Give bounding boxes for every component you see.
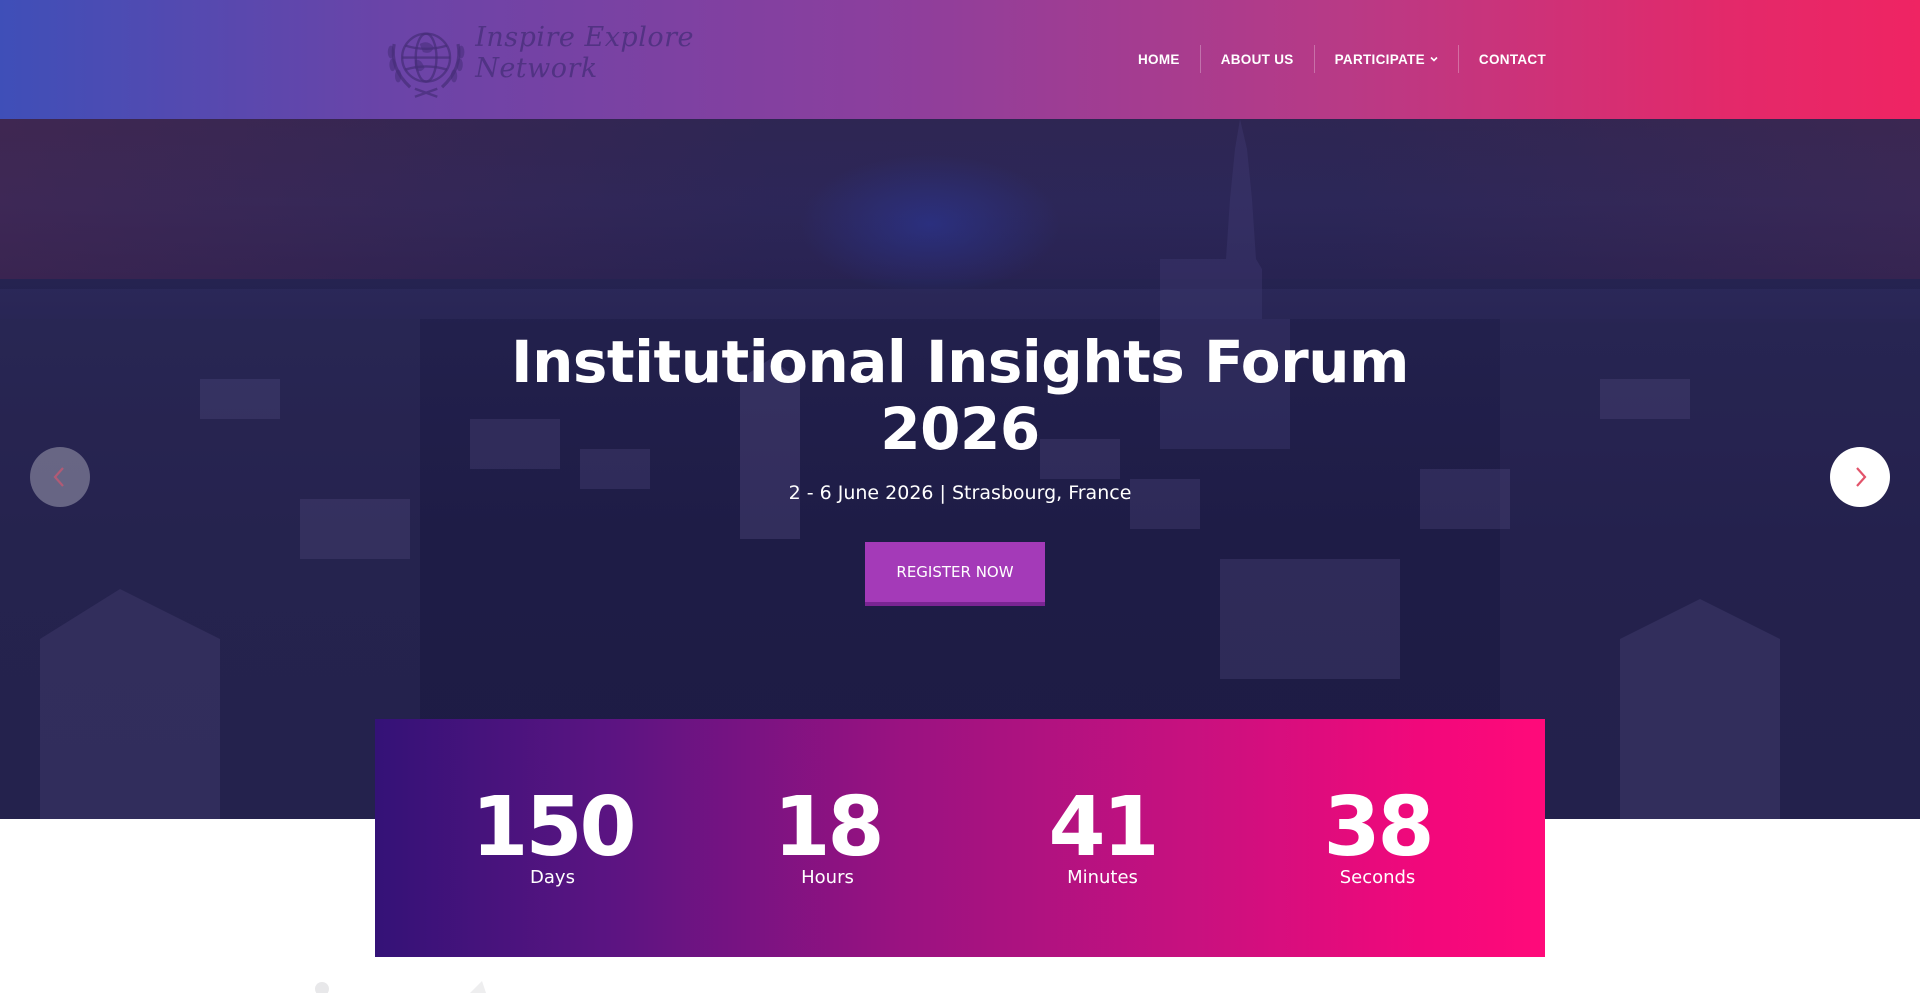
globe-laurel-icon [387,32,465,98]
countdown-seconds-value: 38 [1323,780,1434,875]
nav-contact[interactable]: CONTACT [1459,45,1566,73]
countdown-minutes-value: 41 [1048,780,1159,875]
slider-next-button[interactable] [1830,447,1890,507]
countdown-days: 150 Days [415,719,690,957]
countdown-seconds: 38 Seconds [1240,719,1515,957]
chevron-down-icon [1430,56,1438,62]
nav-home[interactable]: HOME [1118,45,1200,73]
main-nav: HOME ABOUT US PARTICIPATE CONTACT [1118,45,1566,73]
city-skyline-background [0,119,1920,819]
hero-date-location: 2 - 6 June 2026 | Strasbourg, France [788,482,1132,504]
nav-home-label: HOME [1138,51,1180,67]
decorative-shapes [315,981,486,993]
event-countdown: 150 Days 18 Hours 41 Minutes 38 Seconds [375,719,1545,957]
countdown-days-value: 150 [471,780,636,875]
hero-slider: Institutional Insights Forum 2026 2 - 6 … [0,119,1920,819]
countdown-seconds-label: Seconds [1339,867,1416,888]
slider-prev-button[interactable] [30,447,90,507]
register-now-button[interactable]: REGISTER NOW [865,542,1045,606]
chevron-right-icon [1856,467,1867,487]
nav-contact-label: CONTACT [1478,51,1547,67]
hero-title: Institutional Insights Forum 2026 [511,328,1409,463]
site-header: Inspire Explore Network HOME ABOUT US PA… [0,0,1920,119]
countdown-hours: 18 Hours [690,719,965,957]
site-logo[interactable]: Inspire Explore Network [375,10,755,110]
nav-participate-label: PARTICIPATE [1334,51,1425,67]
countdown-minutes: 41 Minutes [965,719,1240,957]
countdown-days-label: Days [530,867,575,888]
register-now-label: REGISTER NOW [896,563,1014,581]
countdown-minutes-label: Minutes [1067,867,1138,888]
logo-text: Inspire Explore Network [475,22,694,84]
nav-participate[interactable]: PARTICIPATE [1315,45,1458,73]
countdown-hours-label: Hours [801,867,854,888]
nav-about-us[interactable]: ABOUT US [1201,45,1314,73]
countdown-hours-value: 18 [773,780,884,875]
nav-about-us-label: ABOUT US [1220,51,1294,67]
chevron-left-icon [53,467,64,487]
